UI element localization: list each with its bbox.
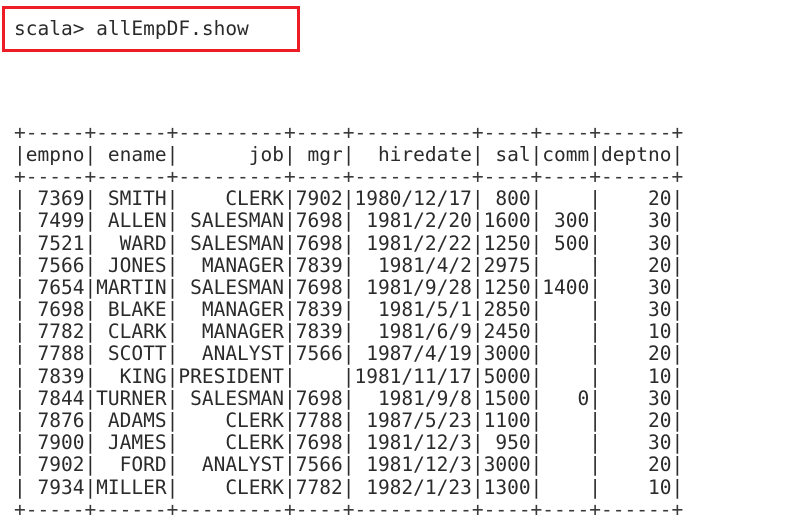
table-row: | 7839| KING|PRESIDENT| |1981/11/17|5000… <box>14 364 684 388</box>
table-row: | 7499| ALLEN| SALESMAN|7698| 1981/2/20|… <box>14 209 684 233</box>
table-row: | 7902| FORD| ANALYST|7566| 1981/12/3|30… <box>14 453 684 477</box>
table-row: | 7876| ADAMS| CLERK|7788| 1987/5/23|110… <box>14 409 684 433</box>
table-rule-top: +-----+------+---------+----+----------+… <box>14 120 684 144</box>
table-row: | 7369| SMITH| CLERK|7902|1980/12/17| 80… <box>14 187 684 211</box>
table-row: | 7900| JAMES| CLERK|7698| 1981/12/3| 95… <box>14 431 684 455</box>
table-rule-bottom: +-----+------+---------+----+----------+… <box>14 497 684 521</box>
table-row: | 7521| WARD| SALESMAN|7698| 1981/2/22|1… <box>14 231 684 255</box>
table-header-row: |empno| ename| job| mgr| hiredate| sal|c… <box>14 142 684 166</box>
table-row: | 7566| JONES| MANAGER|7839| 1981/4/2|29… <box>14 253 684 277</box>
table-row: | 7788| SCOTT| ANALYST|7566| 1987/4/19|3… <box>14 342 684 366</box>
scala-prompt-line[interactable]: scala> allEmpDF.show <box>14 18 249 40</box>
dataframe-show-output: +-----+------+---------+----+----------+… <box>14 55 683 521</box>
table-row: | 7654|MARTIN| SALESMAN|7698| 1981/9/28|… <box>14 275 684 299</box>
terminal-screen: scala> allEmpDF.show +-----+------+-----… <box>0 0 787 520</box>
table-row: | 7844|TURNER| SALESMAN|7698| 1981/9/8|1… <box>14 386 684 410</box>
table-row: | 7698| BLAKE| MANAGER|7839| 1981/5/1|28… <box>14 298 684 322</box>
table-rule-header: +-----+------+---------+----+----------+… <box>14 164 684 188</box>
table-row: | 7782| CLARK| MANAGER|7839| 1981/6/9|24… <box>14 320 684 344</box>
table-row: | 7934|MILLER| CLERK|7782| 1982/1/23|130… <box>14 475 684 499</box>
